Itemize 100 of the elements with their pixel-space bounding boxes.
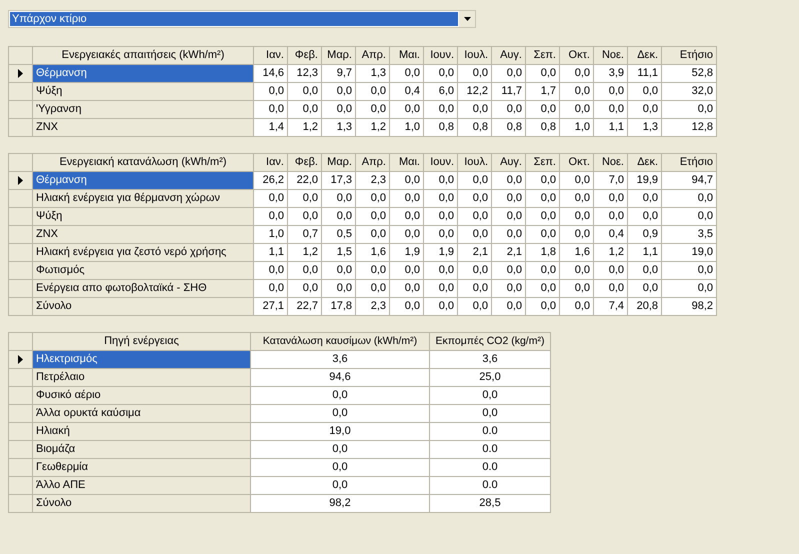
column-header[interactable]: Ιουλ. [458, 154, 492, 172]
row-label[interactable]: Φωτισμός [33, 262, 254, 280]
table-cell: 0,0 [526, 190, 560, 208]
column-header[interactable]: Ιαν. [254, 154, 288, 172]
row-label[interactable]: 'Υγρανση [33, 101, 254, 119]
table-cell: 0,0 [390, 298, 424, 316]
table-cell: 0,0 [424, 208, 458, 226]
row-label[interactable]: Θέρμανση [33, 172, 254, 190]
column-header[interactable]: Οκτ. [560, 47, 594, 65]
table-cell: 2,3 [356, 298, 390, 316]
row-header[interactable] [9, 351, 33, 369]
column-header[interactable]: Απρ. [356, 154, 390, 172]
table-cell: 19,9 [628, 172, 662, 190]
table-cell: 0,0 [322, 208, 356, 226]
table-cell: 0,0 [424, 298, 458, 316]
table-cell: 0,0 [526, 298, 560, 316]
row-label[interactable]: Θέρμανση [33, 65, 254, 83]
table-cell: 0,0 [356, 280, 390, 298]
column-header[interactable]: Ετήσιο [662, 154, 717, 172]
table-cell: 0,4 [390, 83, 424, 101]
table-cell: 0,0 [424, 190, 458, 208]
table-cell: 0.0 [430, 459, 551, 477]
column-header[interactable]: Νοε. [594, 47, 628, 65]
table-cell: 1,1 [254, 244, 288, 262]
row-label[interactable]: Φυσικό αέριο [33, 387, 251, 405]
table-cell: 1,9 [424, 244, 458, 262]
table-cell: 0,0 [430, 387, 551, 405]
table-cell: 1,3 [322, 119, 356, 137]
row-label[interactable]: ΖΝΧ [33, 119, 254, 137]
row-label[interactable]: Ενέργεια απο φωτοβολταϊκά - ΣΗΘ [33, 280, 254, 298]
column-header[interactable]: Ιαν. [254, 47, 288, 65]
table-cell: 0,0 [322, 101, 356, 119]
column-header[interactable]: Μαι. [390, 154, 424, 172]
table-cell: 0,0 [560, 298, 594, 316]
table-cell: 1,0 [390, 119, 424, 137]
column-header[interactable]: Ενεργειακή κατανάλωση (kWh/m²) [33, 154, 254, 172]
column-header[interactable]: Μαι. [390, 47, 424, 65]
column-header[interactable]: Σεπ. [526, 154, 560, 172]
column-header[interactable]: Νοε. [594, 154, 628, 172]
table-cell: 19,0 [251, 423, 430, 441]
row-label[interactable]: Σύνολο [33, 495, 251, 513]
row-label[interactable]: Ηλιακή ενέργεια για ζεστό νερό χρήσης [33, 244, 254, 262]
column-header[interactable]: Μαρ. [322, 154, 356, 172]
table-cell: 1,6 [560, 244, 594, 262]
row-label[interactable]: Άλλο ΑΠΕ [33, 477, 251, 495]
row-header[interactable] [9, 65, 33, 83]
row-label[interactable]: Βιομάζα [33, 441, 251, 459]
row-header[interactable] [9, 172, 33, 190]
table-cell: 19,0 [662, 244, 717, 262]
table-cell: 0,0 [458, 65, 492, 83]
row-label[interactable]: Πετρέλαιο [33, 369, 251, 387]
column-header[interactable]: Μαρ. [322, 47, 356, 65]
table-cell: 0,0 [662, 280, 717, 298]
column-header[interactable]: Ενεργειακές απαιτήσεις (kWh/m²) [33, 47, 254, 65]
table-cell: 0,0 [390, 226, 424, 244]
table-cell: 20,8 [628, 298, 662, 316]
column-header[interactable]: Αυγ. [492, 47, 526, 65]
table-cell: 0,8 [526, 119, 560, 137]
row-label[interactable]: Ηλιακή ενέργεια για θέρμανση χώρων [33, 190, 254, 208]
column-header[interactable]: Πηγή ενέργειας [33, 333, 251, 351]
column-header[interactable]: Ετήσιο [662, 47, 717, 65]
table-cell: 0,0 [492, 101, 526, 119]
table-cell: 7,4 [594, 298, 628, 316]
column-header[interactable]: Οκτ. [560, 154, 594, 172]
row-label[interactable]: Άλλα ορυκτά καύσιμα [33, 405, 251, 423]
column-header[interactable]: Δεκ. [628, 47, 662, 65]
table-cell: 0,0 [628, 280, 662, 298]
current-row-icon [18, 69, 23, 78]
building-dropdown[interactable]: Υπάρχον κτίριο [8, 10, 476, 28]
column-header[interactable]: Απρ. [356, 47, 390, 65]
table-cell: 0,0 [254, 190, 288, 208]
table-cell: 1,2 [356, 119, 390, 137]
column-header[interactable]: Ιουν. [424, 47, 458, 65]
table-cell: 3,6 [251, 351, 430, 369]
column-header[interactable]: Εκπομπές CO2 (kg/m²) [430, 333, 551, 351]
row-label[interactable]: ΖΝΧ [33, 226, 254, 244]
table-cell: 0.0 [430, 441, 551, 459]
column-header[interactable]: Φεβ. [288, 154, 322, 172]
table-cell: 1,7 [526, 83, 560, 101]
table-cell: 0,0 [458, 298, 492, 316]
column-header[interactable]: Σεπ. [526, 47, 560, 65]
column-header[interactable]: Ιουλ. [458, 47, 492, 65]
table-cell: 28,5 [430, 495, 551, 513]
column-header[interactable]: Φεβ. [288, 47, 322, 65]
column-header[interactable]: Ιουν. [424, 154, 458, 172]
column-header[interactable]: Κατανάλωση καυσίμων (kWh/m²) [251, 333, 430, 351]
table-cell: 0,0 [356, 83, 390, 101]
row-label[interactable]: Ηλεκτρισμός [33, 351, 251, 369]
table-cell: 1,3 [628, 119, 662, 137]
table-cell: 0,8 [458, 119, 492, 137]
column-header[interactable]: Δεκ. [628, 154, 662, 172]
row-label[interactable]: Γεωθερμία [33, 459, 251, 477]
row-label[interactable]: Ψύξη [33, 83, 254, 101]
row-label[interactable]: Ηλιακή [33, 423, 251, 441]
row-label[interactable]: Σύνολο [33, 298, 254, 316]
row-label[interactable]: Ψύξη [33, 208, 254, 226]
table-cell: 1,4 [254, 119, 288, 137]
dropdown-button[interactable] [459, 11, 475, 27]
table-cell: 0,0 [424, 226, 458, 244]
column-header[interactable]: Αυγ. [492, 154, 526, 172]
